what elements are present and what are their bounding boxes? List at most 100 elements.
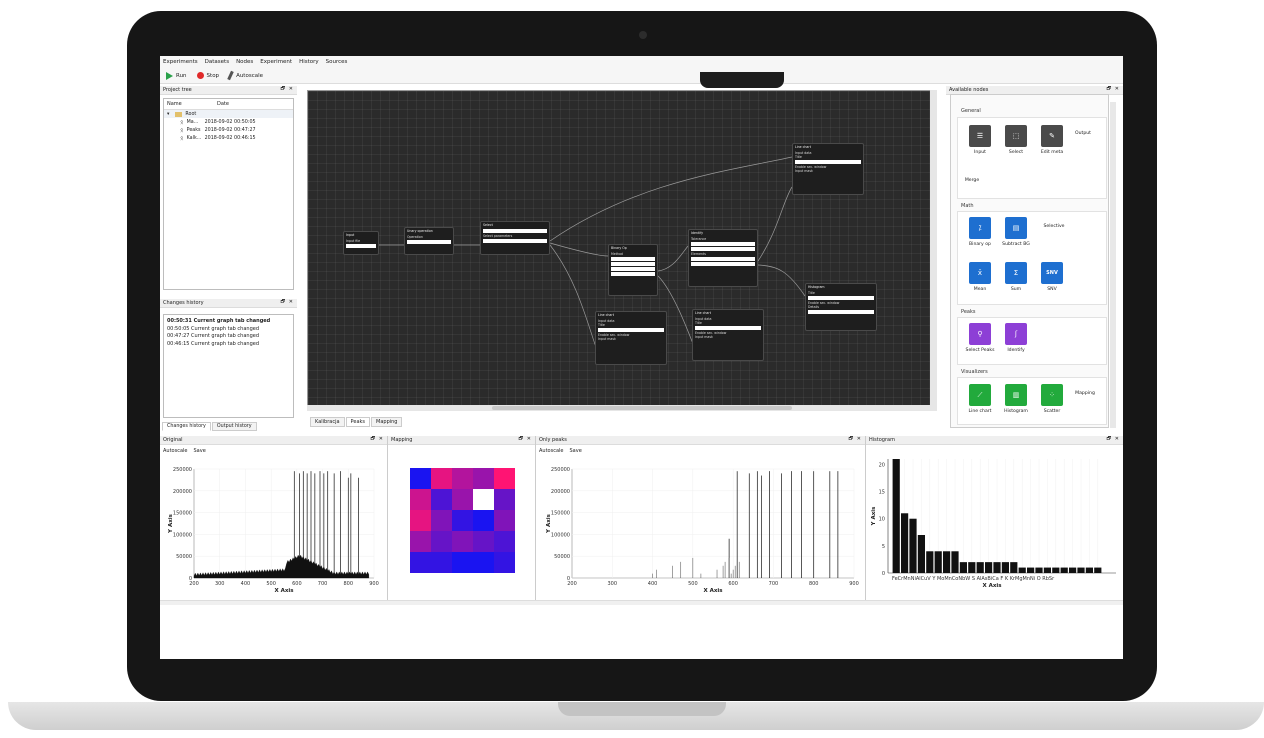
menu-experiment[interactable]: Experiment [260, 59, 292, 65]
line-chart-node-icon[interactable]: ⟋ [969, 384, 991, 406]
only-peaks-window-controls[interactable]: 🗗 ✕ [849, 436, 862, 444]
graph-node-histogram[interactable]: Histogram Title Enable sec. window Details [805, 283, 877, 331]
x-axis-label: X Axis [274, 588, 294, 594]
app-screen: Experiments Datasets Nodes Experiment Hi… [160, 56, 1123, 659]
save-link[interactable]: Save [194, 448, 206, 454]
scrollbar-thumb[interactable] [492, 406, 792, 410]
x-axis-label: X Axis [982, 583, 1002, 589]
node-label-binary-op: Binary op [969, 242, 991, 247]
heatmap-cell [410, 552, 431, 573]
column-date[interactable]: Date [217, 101, 229, 107]
binary-op-node-icon[interactable]: ⁒ [969, 217, 991, 239]
tree-row[interactable]: ᛟ Ma... 2018-09-02 00:50:05 [164, 118, 293, 126]
laptop-base-notch [558, 702, 726, 716]
mapping-window-controls[interactable]: 🗗 ✕ [519, 436, 532, 444]
node-label-mapping[interactable]: Mapping [1068, 391, 1102, 396]
node-label-histogram: Histogram [1004, 409, 1028, 414]
graph-editor-canvas[interactable]: Input Input file Unary operation Operation… [307, 90, 937, 411]
column-name[interactable]: Name [167, 101, 217, 107]
tree-root[interactable]: ▾ Root [164, 110, 293, 118]
scatter-node-icon[interactable]: ⁘ [1041, 384, 1063, 406]
wire [549, 242, 609, 257]
menu-datasets[interactable]: Datasets [205, 59, 229, 65]
mean-node-icon[interactable]: x̄ [969, 262, 991, 284]
tree-row[interactable]: ᛟ Kalk... 2018-09-02 00:46:15 [164, 134, 293, 142]
graph-node-input[interactable]: Input Input file [343, 231, 379, 255]
heatmap-cell [494, 510, 515, 531]
bar [917, 535, 925, 573]
x-tick-label: 600 [728, 581, 738, 587]
y-tick-label: 100000 [551, 532, 570, 538]
autoscale-link[interactable]: Autoscale [539, 448, 564, 454]
wand-icon [227, 70, 234, 81]
tab-mapping[interactable]: Mapping [371, 417, 403, 427]
edit-meta-node-icon[interactable]: ✎ [1041, 125, 1063, 147]
save-link[interactable]: Save [570, 448, 582, 454]
menu-history[interactable]: History [299, 59, 319, 65]
x-tick-label: 600 [292, 581, 302, 587]
subtract-bg-node-icon[interactable]: ▤ [1005, 217, 1027, 239]
tab-kalibracja[interactable]: Kalibracja [310, 417, 345, 427]
input-node-icon[interactable]: ☰ [969, 125, 991, 147]
snv-node-icon[interactable]: SNV [1041, 262, 1063, 284]
identify-node-icon[interactable]: ʃ [1005, 323, 1027, 345]
tab-peaks[interactable]: Peaks [345, 417, 371, 427]
available-nodes-scrollbar[interactable] [1110, 102, 1116, 428]
chevron-down-icon[interactable]: ▾ [167, 112, 169, 117]
graph-node-line-chart[interactable]: Line chart Input data Title Enable sec. win… [792, 143, 864, 195]
tree-row[interactable]: ᛟ Peaks 2018-09-02 00:47:27 [164, 126, 293, 134]
bar [1018, 567, 1026, 573]
select-node-icon[interactable]: ⬚ [1005, 125, 1027, 147]
menu-experiments[interactable]: Experiments [163, 59, 198, 65]
tree-row-name: Peaks [186, 127, 201, 133]
menu-nodes[interactable]: Nodes [236, 59, 253, 65]
node-label-input: Input [974, 150, 986, 155]
graph-vertical-scrollbar[interactable] [930, 90, 937, 411]
y-axis-label: Y Axis [546, 513, 552, 534]
tab-output-history[interactable]: Output history [211, 422, 257, 431]
graph-node-unary-op[interactable]: Unary operation Operation [404, 227, 454, 255]
x-tick-labels: FeCrMnNiAlCuV Y MoMnCoNbW S AlAsBiCa F K… [892, 576, 1055, 582]
heatmap-cell [494, 552, 515, 573]
node-label-merge[interactable]: Merge [955, 178, 989, 183]
only-peaks-line-chart[interactable]: 200 300 400 500 600 700 800 9000500001000001500… [536, 456, 866, 606]
experiment-icon: ᛟ [180, 126, 184, 134]
sum-node-icon[interactable]: Σ [1005, 262, 1027, 284]
graph-node-line-chart-3[interactable]: Line chart Input data Title Enable sec. win… [692, 309, 764, 361]
project-tree-window-controls[interactable]: 🗗 ✕ [281, 86, 294, 94]
run-button[interactable]: Run [166, 71, 187, 80]
graph-horizontal-scrollbar[interactable] [307, 405, 930, 411]
section-general: General [961, 108, 981, 114]
histogram-window-controls[interactable]: 🗗 ✕ [1107, 436, 1120, 444]
available-nodes-window-controls[interactable]: 🗗 ✕ [1107, 86, 1120, 94]
heatmap-cell [452, 489, 473, 510]
select-peaks-node-icon[interactable]: ⚲ [969, 323, 991, 345]
histogram-node-icon[interactable]: ▥ [1005, 384, 1027, 406]
node-label-selective[interactable]: Selective [1037, 224, 1071, 229]
history-line: 00:50:31 Current graph tab changed [167, 318, 271, 324]
graph-node-line-chart-2[interactable]: Line chart Input data Title Enable sec. win… [595, 311, 667, 365]
histogram-bar-chart[interactable]: 0 5 10 15 20 FeCrMnNiAlCuV Y MoMnCoNbW S AlAs… [866, 445, 1123, 600]
original-line-chart[interactable]: 200 300 400 500 600 700 800 9000500001000001500… [160, 456, 388, 606]
mapping-heatmap[interactable] [388, 450, 536, 600]
x-tick-label: 500 [688, 581, 698, 587]
menu-sources[interactable]: Sources [326, 59, 348, 65]
original-titlebar: Original 🗗 ✕ [160, 436, 387, 445]
stop-button[interactable]: Stop [196, 72, 219, 79]
wire [757, 186, 793, 262]
tab-changes-history[interactable]: Changes history [162, 422, 211, 431]
heatmap-cell [473, 510, 494, 531]
autoscale-link[interactable]: Autoscale [163, 448, 188, 454]
graph-node-select[interactable]: Select Select parameters [480, 221, 550, 255]
run-label: Run [176, 72, 187, 79]
changes-history-window-controls[interactable]: 🗗 ✕ [281, 299, 294, 307]
graph-node-identify[interactable]: Identify Tolerance Elements [688, 229, 758, 287]
autoscale-button[interactable]: Autoscale [227, 70, 263, 81]
original-panel: Original 🗗 ✕ Autoscale Save 200 300 400 500 60… [160, 436, 388, 600]
original-window-controls[interactable]: 🗗 ✕ [371, 436, 384, 444]
node-label-output[interactable]: Output [1066, 131, 1100, 136]
screen-notch [700, 72, 784, 88]
graph-node-binary-op[interactable]: Binary Op Method [608, 244, 658, 296]
tree-root-label: Root [185, 111, 197, 117]
y-tick-label: 50000 [554, 554, 570, 560]
